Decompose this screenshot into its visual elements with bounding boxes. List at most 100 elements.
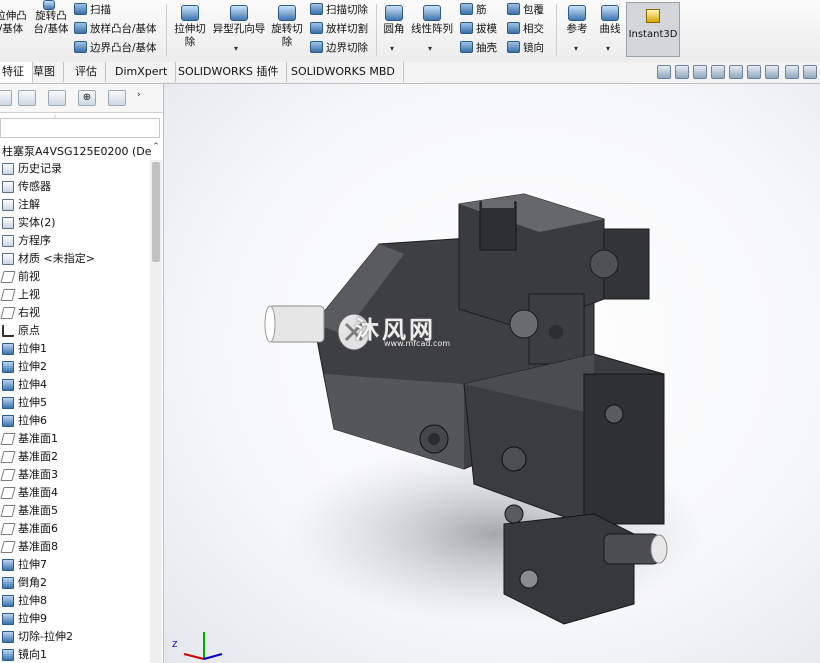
tree-node[interactable]: 材质 <未指定> — [0, 250, 150, 268]
rib-button[interactable]: 筋 — [460, 3, 487, 17]
tree-node[interactable]: 拉伸9 — [0, 610, 150, 628]
zoom-to-area-icon[interactable] — [675, 65, 689, 79]
tab-solidworks-mbd[interactable]: SOLIDWORKS MBD — [283, 62, 404, 82]
tree-node-label: 基准面4 — [18, 486, 58, 499]
extruded-boss-button[interactable]: 拉伸凸 /基体 — [0, 10, 30, 36]
dynamic-annotation-icon[interactable] — [729, 65, 743, 79]
fillet-dropdown-icon[interactable]: ▾ — [390, 44, 394, 53]
mirror-button[interactable]: 镜向 — [507, 41, 544, 55]
tab-evaluate[interactable]: 评估 — [67, 62, 106, 82]
tree-scroll-up-icon[interactable]: ⌃ — [150, 142, 162, 156]
mirror-icon — [507, 41, 520, 53]
tree-node[interactable]: 实体(2) — [0, 214, 150, 232]
tab-dimxpert[interactable]: DimXpert — [107, 62, 177, 82]
tree-node-label: 历史记录 — [18, 162, 62, 175]
instant3d-button[interactable]: Instant3D — [626, 2, 680, 57]
tree-node[interactable]: 拉伸1 — [0, 340, 150, 358]
feature-manager-tab-icon[interactable] — [0, 90, 12, 106]
tree-node-label: 基准面3 — [18, 468, 58, 481]
swept-boss-button[interactable]: 扫描 — [74, 3, 111, 17]
curves-dropdown-icon[interactable]: ▾ — [606, 44, 610, 53]
extruded-cut-button[interactable]: 拉伸切 除 — [171, 5, 209, 49]
tree-node[interactable]: 基准面2 — [0, 448, 150, 466]
tree-node[interactable]: 基准面6 — [0, 520, 150, 538]
tree-node[interactable]: 前视 — [0, 268, 150, 286]
lofted-boss-button[interactable]: 放样凸台/基体 — [74, 22, 157, 36]
tab-solidworks-addins-label: SOLIDWORKS 插件 — [178, 65, 279, 78]
tree-node[interactable]: 基准面3 — [0, 466, 150, 484]
reference-dropdown-icon[interactable]: ▾ — [574, 44, 578, 53]
panel-scroll-right-icon[interactable]: › — [137, 90, 141, 100]
tree-node[interactable]: 上视 — [0, 286, 150, 304]
linear-pattern-dropdown-icon[interactable]: ▾ — [428, 44, 432, 53]
tree-node-label: 拉伸5 — [18, 396, 47, 409]
pump-model-render[interactable] — [164, 84, 820, 663]
graphics-area[interactable]: 沐风网 www.mfcad.com Z — [164, 84, 820, 663]
revolved-cut-button[interactable]: 旋转切 除 — [269, 5, 305, 49]
tree-node[interactable]: 倒角2 — [0, 574, 150, 592]
tree-node[interactable]: 拉伸4 — [0, 376, 150, 394]
tree-node[interactable]: 基准面5 — [0, 502, 150, 520]
tree-node[interactable]: 历史记录 — [0, 160, 150, 178]
tree-node[interactable]: 基准面4 — [0, 484, 150, 502]
draft-button[interactable]: 拔模 — [460, 22, 497, 36]
configuration-manager-tab-icon[interactable] — [48, 90, 66, 106]
property-manager-tab-icon[interactable] — [18, 90, 36, 106]
tab-solidworks-addins[interactable]: SOLIDWORKS 插件 — [170, 62, 288, 82]
tree-node[interactable]: 镜向1 — [0, 646, 150, 663]
previous-view-icon[interactable] — [693, 65, 707, 79]
hole-wizard-button[interactable]: 异型孔向导 — [210, 5, 268, 36]
tree-node[interactable]: 方程序 — [0, 232, 150, 250]
lofted-cut-button[interactable]: 放样切割 — [310, 22, 368, 36]
intersect-button[interactable]: 相交 — [507, 22, 544, 36]
scrollbar-thumb[interactable] — [152, 162, 160, 262]
plane-icon — [0, 289, 16, 301]
swept-cut-button[interactable]: 扫描切除 — [310, 3, 368, 17]
display-style-icon[interactable] — [765, 65, 779, 79]
tree-node[interactable]: 拉伸5 — [0, 394, 150, 412]
boundary-cut-button[interactable]: 边界切除 — [310, 41, 368, 55]
section-view-icon[interactable] — [711, 65, 725, 79]
feature-tree-filter-input[interactable] — [0, 118, 160, 138]
part-root-node[interactable]: 柱塞泵A4VSG125E0200 (De — [2, 143, 152, 159]
tree-node[interactable]: 基准面8 — [0, 538, 150, 556]
tree-node[interactable]: 拉伸6 — [0, 412, 150, 430]
swept-cut-icon — [310, 3, 323, 15]
tree-node[interactable]: 切除-拉伸2 — [0, 628, 150, 646]
mirror-icon — [2, 649, 14, 661]
dimxpert-manager-tab-icon[interactable]: ⊕ — [78, 90, 96, 106]
origin-icon — [2, 325, 14, 337]
swept-cut-label: 扫描切除 — [326, 4, 368, 16]
tree-node[interactable]: 拉伸7 — [0, 556, 150, 574]
solenoid-cap — [479, 201, 517, 251]
tree-node[interactable]: 拉伸8 — [0, 592, 150, 610]
tree-node-label: 拉伸7 — [18, 558, 47, 571]
hide-show-items-icon[interactable] — [785, 65, 799, 79]
hole-wizard-icon — [230, 5, 248, 21]
feature-tree-scrollbar[interactable] — [150, 160, 162, 663]
revolved-boss-button[interactable]: 旋转凸 台/基体 — [31, 0, 71, 36]
reference-geometry-button[interactable]: 参考 — [561, 5, 593, 36]
display-manager-tab-icon[interactable] — [108, 90, 126, 106]
linear-pattern-button[interactable]: 线性阵列 — [410, 5, 454, 36]
wrap-button[interactable]: 包覆 — [507, 3, 544, 17]
appearance-icon[interactable] — [803, 65, 817, 79]
tree-node[interactable]: 注解 — [0, 196, 150, 214]
tree-node[interactable]: 右视 — [0, 304, 150, 322]
boss-base-group: 拉伸凸 /基体 旋转凸 台/基体 — [0, 0, 70, 60]
hole-wizard-dropdown-icon[interactable]: ▾ — [234, 44, 238, 53]
view-orientation-icon[interactable] — [747, 65, 761, 79]
boundary-boss-button[interactable]: 边界凸台/基体 — [74, 41, 157, 55]
tree-node[interactable]: 基准面1 — [0, 430, 150, 448]
tree-node[interactable]: 原点 — [0, 322, 150, 340]
curves-button[interactable]: 曲线 — [595, 5, 625, 36]
tree-node[interactable]: 拉伸2 — [0, 358, 150, 376]
tree-node-label: 拉伸8 — [18, 594, 47, 607]
hole-wizard-label: 异型孔向导 — [212, 23, 266, 35]
fillet-button[interactable]: 圆角 — [379, 5, 409, 36]
tree-node[interactable]: 传感器 — [0, 178, 150, 196]
zoom-to-fit-icon[interactable] — [657, 65, 671, 79]
tab-sketch[interactable]: 草图 — [25, 62, 64, 82]
shell-button[interactable]: 抽壳 — [460, 41, 497, 55]
tab-features-label: 特征 — [2, 65, 24, 78]
